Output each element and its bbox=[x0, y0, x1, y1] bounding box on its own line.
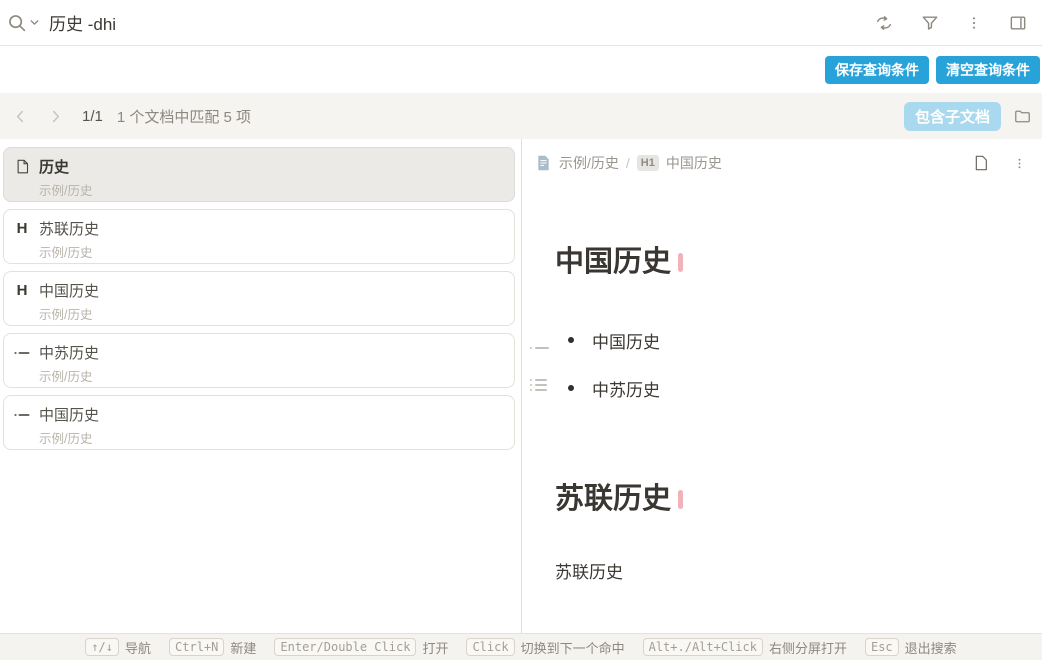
match-position: 1/1 bbox=[82, 107, 103, 125]
shortcut-key: Esc bbox=[864, 638, 899, 656]
list-item-text: 中苏历史 bbox=[592, 380, 660, 400]
shortcut-label: 打开 bbox=[422, 640, 449, 656]
search-result-item[interactable]: 历史 示例/历史 bbox=[3, 147, 515, 202]
shortcut-label: 切换到下一个命中 bbox=[520, 640, 625, 656]
match-summary: 1 个文档中匹配 5 项 bbox=[116, 108, 252, 126]
main-area: 历史 示例/历史 H 苏联历史 示例/历史 H 中国历史 示例/历史 中苏历史 … bbox=[0, 139, 1042, 633]
result-path: 示例/历史 bbox=[39, 432, 93, 446]
search-result-item[interactable]: H 中国历史 示例/历史 bbox=[3, 271, 515, 326]
shortcut-label: 退出搜索 bbox=[904, 640, 957, 656]
heading-text: 中国历史 bbox=[555, 246, 672, 278]
shortcut-hint: Click 切换到下一个命中 bbox=[466, 638, 625, 657]
shortcut-hint: Esc 退出搜索 bbox=[864, 638, 957, 657]
shortcut-label: 新建 bbox=[230, 640, 257, 656]
result-path: 示例/历史 bbox=[39, 246, 93, 260]
search-bar bbox=[0, 0, 1042, 46]
shortcut-hint: Enter/Double Click 打开 bbox=[274, 638, 448, 657]
shortcut-key: Ctrl+N bbox=[169, 638, 225, 656]
result-title: 中国历史 bbox=[39, 283, 100, 300]
list-block: 中国历史 中苏历史 bbox=[555, 330, 1042, 400]
result-title: 历史 bbox=[39, 159, 70, 176]
filter-icon[interactable] bbox=[920, 13, 940, 33]
shortcut-label: 导航 bbox=[125, 640, 152, 656]
shortcut-key: ↑/↓ bbox=[85, 638, 119, 656]
shortcut-hint: Ctrl+N 新建 bbox=[169, 638, 256, 657]
editor: 中国历史 中国历史 中苏历史 苏联历史 苏联历史 bbox=[522, 243, 1042, 583]
breadcrumb-separator: / bbox=[625, 155, 630, 171]
save-query-button[interactable]: 保存查询条件 bbox=[825, 55, 929, 84]
breadcrumb-heading[interactable]: 中国历史 bbox=[666, 153, 722, 173]
chevron-down-icon bbox=[28, 16, 41, 29]
search-result-item[interactable]: 中苏历史 示例/历史 bbox=[3, 333, 515, 388]
list-item[interactable]: 中苏历史 bbox=[555, 378, 1042, 400]
shortcut-hint: ↑/↓ 导航 bbox=[85, 638, 151, 657]
document-filled-icon bbox=[535, 154, 552, 172]
heading-block[interactable]: 苏联历史 bbox=[555, 480, 1042, 518]
document-icon bbox=[14, 158, 30, 175]
bullet-icon bbox=[568, 385, 574, 391]
paragraph-block[interactable]: 苏联历史 bbox=[555, 558, 1042, 583]
more-vertical-icon[interactable] bbox=[966, 14, 982, 32]
shortcut-key: Click bbox=[466, 638, 515, 656]
dock-right-icon[interactable] bbox=[1008, 13, 1028, 33]
preview-pane: 示例/历史 / H1 中国历史 中国历史 中国历史 中苏历史 苏联历史 苏联历史 bbox=[522, 139, 1042, 633]
list-item-icon bbox=[14, 407, 30, 423]
next-match-button[interactable] bbox=[43, 104, 68, 129]
search-result-item[interactable]: 中国历史 示例/历史 bbox=[3, 395, 515, 450]
result-title: 苏联历史 bbox=[39, 221, 100, 238]
clear-query-button[interactable]: 清空查询条件 bbox=[936, 55, 1040, 84]
bullet-icon bbox=[568, 337, 574, 343]
file-icon[interactable] bbox=[973, 154, 989, 172]
result-title: 中苏历史 bbox=[39, 345, 100, 362]
result-path: 示例/历史 bbox=[39, 184, 93, 198]
include-subdocs-toggle[interactable]: 包含子文档 bbox=[903, 101, 1001, 131]
search-result-item[interactable]: H 苏联历史 示例/历史 bbox=[3, 209, 515, 264]
result-path: 示例/历史 bbox=[39, 308, 93, 322]
heading-level-badge: H1 bbox=[636, 155, 659, 171]
result-path: 示例/历史 bbox=[39, 370, 93, 384]
heading-icon: H bbox=[16, 219, 28, 237]
folder-icon[interactable] bbox=[1013, 107, 1032, 126]
heading-icon: H bbox=[16, 281, 28, 299]
search-highlight-marker bbox=[678, 252, 684, 272]
more-vertical-icon[interactable] bbox=[1013, 156, 1026, 171]
shortcut-hint: Alt+./Alt+Click 右侧分屏打开 bbox=[642, 638, 847, 657]
heading-block[interactable]: 中国历史 bbox=[555, 243, 1042, 281]
search-type-menu[interactable] bbox=[6, 12, 41, 34]
breadcrumb-doc[interactable]: 示例/历史 bbox=[559, 153, 619, 173]
heading-text: 苏联历史 bbox=[555, 483, 672, 515]
search-input[interactable] bbox=[49, 12, 874, 33]
list-item[interactable]: 中国历史 bbox=[555, 330, 1042, 352]
match-nav-row: 1/1 1 个文档中匹配 5 项 包含子文档 bbox=[0, 93, 1042, 139]
status-bar: ↑/↓ 导航 Ctrl+N 新建 Enter/Double Click 打开 C… bbox=[0, 633, 1042, 660]
list-item-text: 中国历史 bbox=[592, 332, 660, 352]
search-icon bbox=[6, 12, 28, 34]
breadcrumb: 示例/历史 / H1 中国历史 bbox=[522, 139, 1042, 173]
search-results-list: 历史 示例/历史 H 苏联历史 示例/历史 H 中国历史 示例/历史 中苏历史 … bbox=[0, 139, 522, 633]
list-item-icon bbox=[14, 345, 30, 361]
query-actions-row: 保存查询条件 清空查询条件 bbox=[0, 46, 1042, 93]
shortcut-key: Alt+./Alt+Click bbox=[642, 638, 763, 656]
prev-match-button[interactable] bbox=[8, 104, 33, 129]
replace-toggle-icon[interactable] bbox=[874, 13, 894, 33]
search-highlight-marker bbox=[678, 489, 684, 509]
shortcut-key: Enter/Double Click bbox=[274, 638, 417, 656]
result-title: 中国历史 bbox=[39, 407, 100, 424]
shortcut-label: 右侧分屏打开 bbox=[768, 640, 847, 656]
